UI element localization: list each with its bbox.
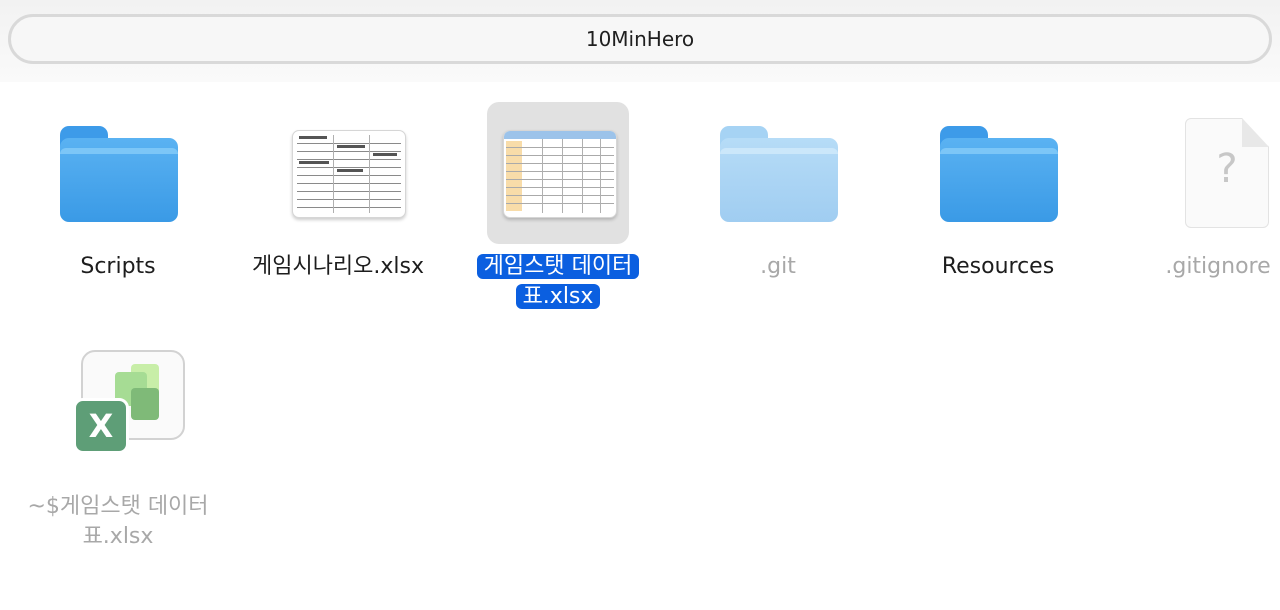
label-line2: 표.xlsx	[82, 524, 154, 549]
item-label: ~$게임스탯 데이터 표.xlsx	[13, 492, 223, 552]
file-item-resources[interactable]: Resources	[888, 102, 1108, 282]
path-bar[interactable]: 10MinHero	[8, 14, 1272, 64]
excel-icon: X	[73, 350, 185, 480]
selected-label-line1: 게임스탯 데이터	[476, 254, 640, 279]
item-thumbnail	[47, 102, 189, 244]
item-thumbnail	[487, 102, 629, 244]
item-label: Resources	[941, 254, 1055, 279]
item-label: .gitignore	[1165, 254, 1271, 279]
generic-file-icon: ?	[1185, 118, 1269, 228]
file-item-game-scenario[interactable]: 게임시나리오.xlsx	[228, 102, 448, 282]
item-label: 게임스탯 데이터 표.xlsx	[463, 252, 653, 312]
file-item-gitignore[interactable]: ? .gitignore	[1108, 102, 1280, 282]
selected-label-line2: 표.xlsx	[515, 284, 601, 309]
label-line1: ~$게임스탯 데이터	[27, 494, 209, 519]
file-item-excel-lock[interactable]: X ~$게임스탯 데이터 표.xlsx	[8, 342, 228, 552]
item-label: Scripts	[80, 254, 156, 279]
toolbar: 10MinHero	[0, 0, 1280, 82]
item-label: 게임시나리오.xlsx	[251, 254, 425, 279]
question-mark-glyph: ?	[1216, 146, 1238, 192]
item-label: .git	[760, 254, 796, 279]
item-thumbnail	[927, 102, 1069, 244]
excel-badge: X	[73, 398, 129, 454]
item-thumbnail: ?	[1147, 102, 1280, 244]
path-title: 10MinHero	[585, 27, 695, 51]
file-item-game-stat-table[interactable]: 게임스탯 데이터 표.xlsx	[448, 102, 668, 312]
folder-icon	[940, 126, 1058, 222]
spreadsheet-preview-icon	[503, 130, 617, 218]
file-item-git[interactable]: .git	[668, 102, 888, 282]
folder-icon	[720, 126, 838, 222]
item-thumbnail	[707, 102, 849, 244]
item-thumbnail	[267, 102, 409, 244]
file-item-scripts[interactable]: Scripts	[8, 102, 228, 282]
item-thumbnail: X	[47, 342, 189, 484]
spreadsheet-preview-icon	[292, 130, 406, 218]
folder-icon	[60, 126, 178, 222]
